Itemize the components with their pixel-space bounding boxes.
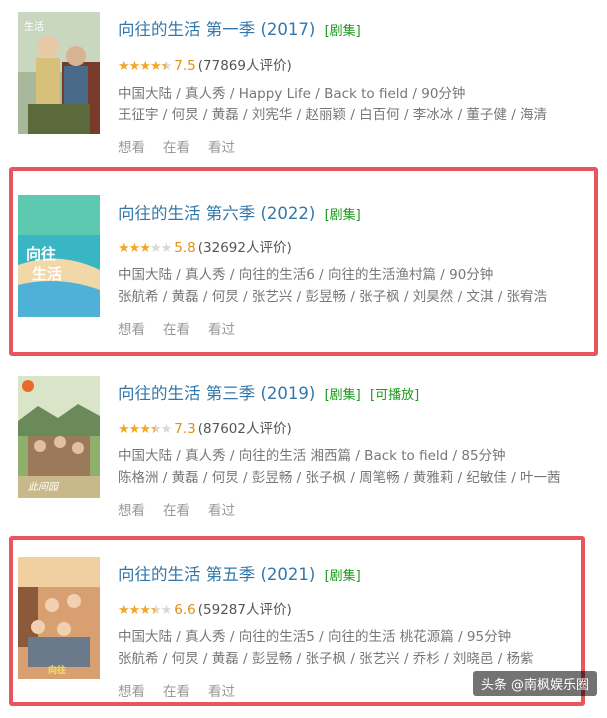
poster-image[interactable]: 此间园 <box>18 376 100 498</box>
star-icon: ★ <box>118 59 130 74</box>
type-badge: [剧集] <box>324 388 361 403</box>
meta-info: 中国大陆 / 真人秀 / 向往的生活 湘西篇 / Back to field /… <box>118 448 506 464</box>
action-links: 想看 在看 看过 <box>118 499 253 519</box>
action-links: 想看 在看 看过 <box>118 136 253 156</box>
poster-image[interactable]: 生活 <box>18 12 100 134</box>
watched-link[interactable]: 看过 <box>208 503 235 519</box>
star-icon: ★ <box>128 59 141 74</box>
star-icon: ★ <box>149 59 162 74</box>
meta-info: 中国大陆 / 真人秀 / Happy Life / Back to field … <box>118 86 466 102</box>
rating-score: 7.5 <box>174 58 196 74</box>
star-rating: ★★★★★ <box>118 59 173 74</box>
want-to-watch-link[interactable]: 想看 <box>118 503 145 519</box>
svg-text:生活: 生活 <box>24 20 44 33</box>
vote-count: (87602人评价) <box>197 421 292 437</box>
rating-row: ★★★★★7.3(87602人评价) <box>118 417 292 437</box>
half-star-icon: ★ <box>150 422 162 437</box>
want-to-watch-link[interactable]: 想看 <box>118 140 145 156</box>
playable-badge[interactable]: [可播放] <box>370 388 419 403</box>
title-row: 向往的生活 第三季 (2019) [剧集] [可播放] <box>118 380 419 404</box>
watching-link[interactable]: 在看 <box>163 140 190 156</box>
movie-title-link[interactable]: 向往的生活 第一季 (2017) <box>118 20 315 39</box>
half-star-icon: ★ <box>161 59 173 74</box>
star-icon: ★ <box>139 59 151 74</box>
rating-row: ★★★★★7.5(77869人评价) <box>118 54 292 74</box>
title-row: 向往的生活 第一季 (2017) [剧集] <box>118 16 361 40</box>
watermark: 头条 @南枫娱乐圈 <box>472 671 597 696</box>
star-icon: ★ <box>118 422 130 437</box>
vote-count: (77869人评价) <box>197 58 292 74</box>
cast-list: 王征宇 / 何炅 / 黄磊 / 刘宪华 / 赵丽颖 / 白百何 / 李冰冰 / … <box>118 107 548 123</box>
star-icon: ★ <box>128 422 141 437</box>
type-badge: [剧集] <box>324 24 361 39</box>
cast-list: 陈格洲 / 黄磊 / 何炅 / 彭昱畅 / 张子枫 / 周笔畅 / 黄雅莉 / … <box>118 470 561 486</box>
highlight-box <box>9 167 598 356</box>
star-rating: ★★★★★ <box>118 422 173 437</box>
movie-item-1: 生活 向往的生活 第一季 (2017) [剧集] ★★★★★7.5(77869人… <box>0 0 607 175</box>
empty-star-icon: ★ <box>160 422 173 437</box>
movie-item-3: 此间园 向往的生活 第三季 (2019) [剧集] [可播放] ★★★★★7.3… <box>0 362 607 537</box>
rating-score: 7.3 <box>174 421 196 437</box>
watched-link[interactable]: 看过 <box>208 140 235 156</box>
star-icon: ★ <box>139 422 151 437</box>
movie-title-link[interactable]: 向往的生活 第三季 (2019) <box>118 384 315 403</box>
svg-text:此间园: 此间园 <box>28 481 60 493</box>
watching-link[interactable]: 在看 <box>163 503 190 519</box>
